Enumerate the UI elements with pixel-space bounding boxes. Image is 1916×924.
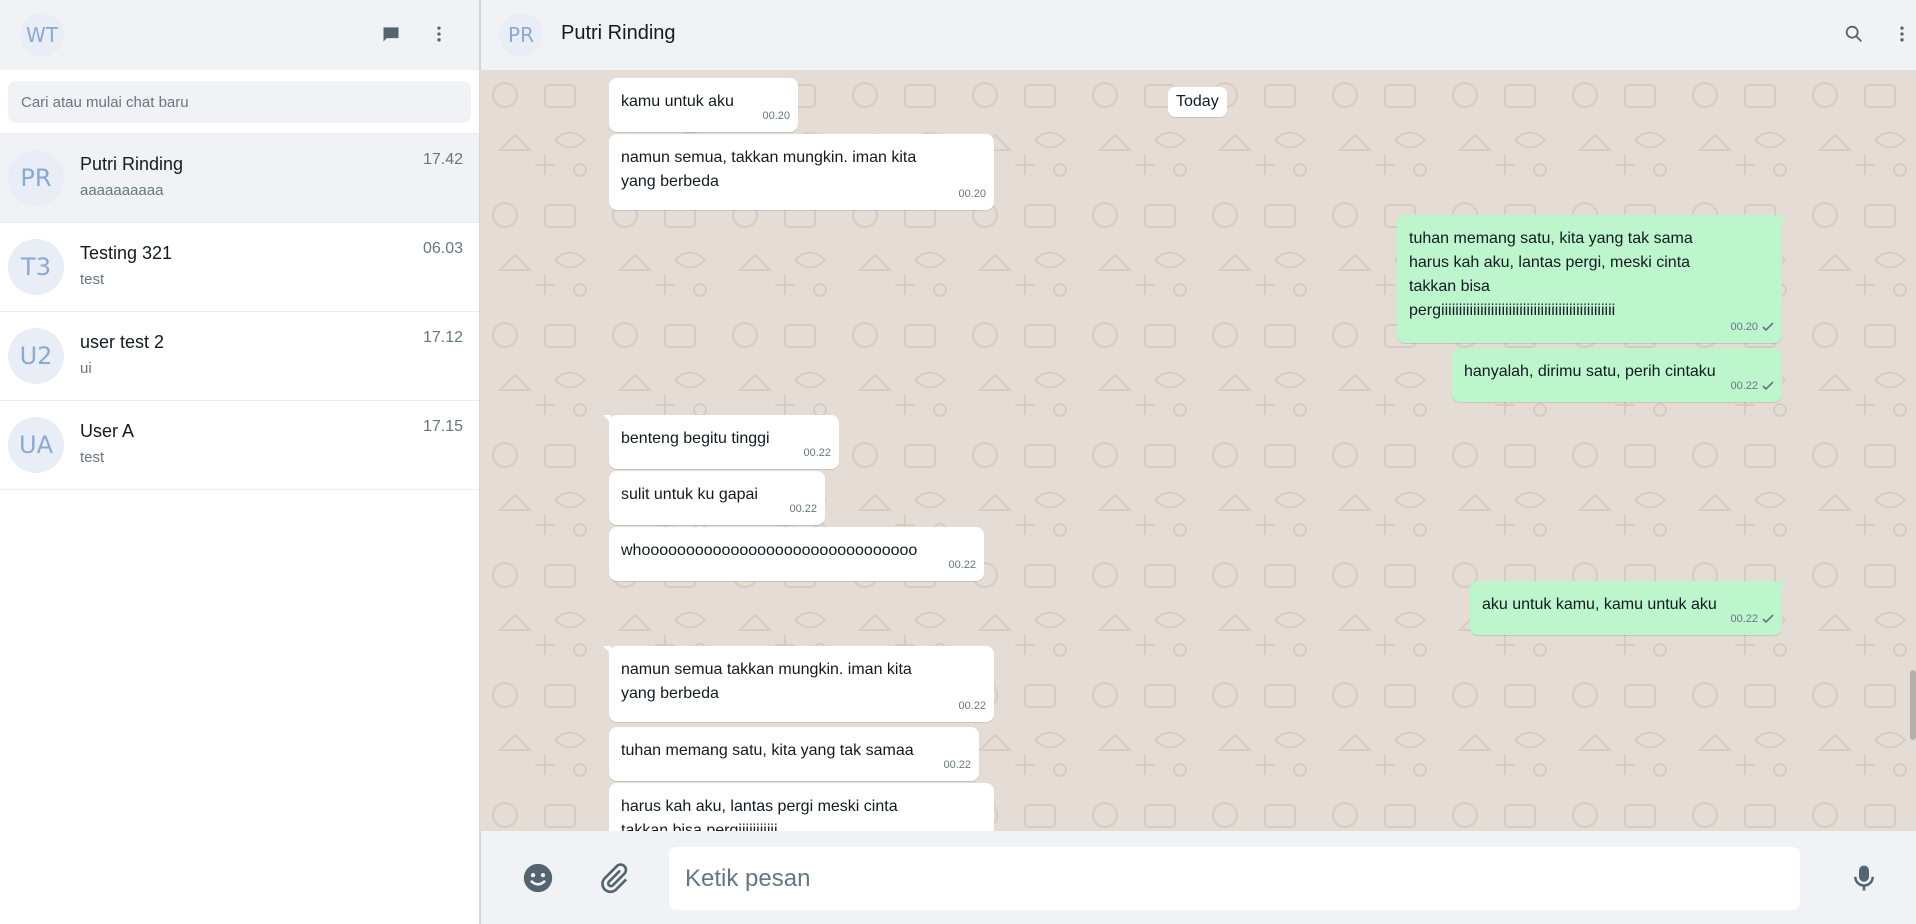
message-time: 00.20 — [958, 188, 986, 200]
message-text: benteng begitu tinggi — [621, 430, 770, 447]
message-time: 00.22 — [943, 759, 971, 771]
chat-list: PR Putri Rinding aaaaaaaaaa 17.42 T3 Testing … — [0, 134, 479, 490]
message-text: tuhan memang satu, kita yang tak samaa — [621, 742, 914, 759]
contact-name[interactable]: Putri Rinding — [561, 22, 676, 45]
message-meta: 00.22 — [1730, 607, 1774, 631]
chat-avatar: UA — [8, 417, 64, 473]
message-text: namun semua, takkan mungkin. iman kita y… — [621, 149, 917, 190]
incoming-message[interactable]: namun semua, takkan mungkin. iman kita y… — [609, 134, 994, 210]
message-time: 00.22 — [948, 559, 976, 571]
message-time: 00.22 — [958, 700, 986, 712]
message-meta: 00.22 — [943, 753, 971, 777]
composer — [480, 831, 1916, 924]
check-icon — [1762, 614, 1774, 624]
incoming-message[interactable]: tuhan memang satu, kita yang tak samaa 00… — [609, 727, 979, 781]
sidebar: WT PR Putri Rinding aaaaaaaaaa 17.42 T3 Testi… — [0, 0, 480, 924]
incoming-message[interactable]: kamu untuk aku 00.20 — [609, 78, 798, 132]
more-vertical-icon — [1900, 26, 1904, 42]
message-meta: 00.22 — [1730, 374, 1774, 398]
message-text: hanyalah, dirimu satu, perih cintaku — [1464, 363, 1716, 380]
sidebar-header: WT — [0, 0, 479, 70]
sidebar-menu-button[interactable] — [422, 17, 456, 51]
chat-time: 17.15 — [422, 418, 463, 435]
contact-avatar[interactable]: PR — [499, 13, 543, 57]
conversation-header: PR Putri Rinding — [480, 0, 1916, 70]
message-text: harus kah aku, lantas pergi meski cinta … — [621, 798, 898, 831]
emoji-icon — [523, 863, 553, 893]
chat-avatar: T3 — [8, 239, 64, 295]
message-text: sulit untuk ku gapai — [621, 486, 758, 503]
message-text: kamu untuk aku — [621, 93, 734, 110]
message-meta: 00.20 — [762, 104, 790, 128]
chat-name: user test 2 — [80, 332, 165, 352]
scrollbar-thumb[interactable] — [1910, 670, 1916, 740]
message-time: 00.22 — [1730, 380, 1758, 392]
conversation-panel: PR Putri Rinding Today kamu untuk aku 00… — [480, 0, 1916, 924]
outgoing-message[interactable]: hanyalah, dirimu satu, perih cintaku 00.2… — [1452, 348, 1782, 402]
message-time: 00.20 — [1730, 321, 1758, 333]
paperclip-icon — [601, 863, 628, 894]
message-text: whooooooooooooooooooooooooooooooo — [621, 542, 918, 559]
search-icon — [1845, 25, 1862, 42]
chat-name: User A — [80, 421, 135, 441]
chat-avatar: U2 — [8, 328, 64, 384]
conversation-menu-button[interactable] — [1885, 17, 1916, 51]
outgoing-message[interactable]: tuhan memang satu, kita yang tak sama ha… — [1397, 215, 1788, 343]
chat-icon — [383, 27, 399, 42]
chat-list-item[interactable]: T3 Testing 321 test 06.03 — [0, 223, 479, 312]
outgoing-message[interactable]: aku untuk kamu, kamu untuk aku 00.22 — [1470, 581, 1788, 635]
message-meta: 00.22 — [803, 441, 831, 465]
search-input[interactable] — [8, 81, 471, 123]
emoji-button[interactable] — [517, 857, 559, 899]
message-time: 00.20 — [762, 110, 790, 122]
chat-last-message: ui — [80, 360, 92, 377]
user-avatar[interactable]: WT — [20, 13, 64, 57]
check-icon — [1762, 322, 1774, 332]
incoming-message[interactable]: whooooooooooooooooooooooooooooooo 00.22 — [609, 527, 984, 581]
chat-time: 17.42 — [422, 151, 463, 168]
message-input[interactable] — [669, 847, 1800, 910]
message-meta: 00.20 — [958, 182, 986, 206]
message-time: 00.22 — [789, 503, 817, 515]
chat-list-item[interactable]: PR Putri Rinding aaaaaaaaaa 17.42 — [0, 134, 479, 223]
message-meta: 00.22 — [958, 694, 986, 718]
message-area[interactable]: Today kamu untuk aku 00.20 namun semua, ta… — [480, 70, 1916, 831]
check-icon — [1762, 381, 1774, 391]
microphone-icon — [1854, 865, 1874, 891]
search-messages-button[interactable] — [1837, 17, 1871, 51]
search-container — [0, 70, 479, 134]
message-meta: 00.20 — [1730, 315, 1774, 339]
chat-name: Putri Rinding — [80, 154, 184, 174]
chat-name: Testing 321 — [80, 243, 173, 263]
voice-message-button[interactable] — [1843, 857, 1885, 899]
chat-list-item[interactable]: U2 user test 2 ui 17.12 — [0, 312, 479, 401]
chat-time: 17.12 — [422, 329, 463, 346]
incoming-message[interactable]: sulit untuk ku gapai 00.22 — [609, 471, 825, 525]
date-separator: Today — [1168, 87, 1227, 117]
incoming-message[interactable]: harus kah aku, lantas pergi meski cinta … — [609, 783, 994, 831]
chat-last-message: test — [80, 449, 105, 466]
message-meta: 00.22 — [789, 497, 817, 521]
message-text: tuhan memang satu, kita yang tak sama ha… — [1409, 230, 1693, 319]
message-text: namun semua takkan mungkin. iman kita ya… — [621, 661, 912, 702]
chat-last-message: aaaaaaaaaa — [80, 182, 164, 199]
chat-avatar: PR — [8, 150, 64, 206]
attach-button[interactable] — [593, 857, 635, 899]
chat-list-item[interactable]: UA User A test 17.15 — [0, 401, 479, 490]
more-vertical-icon — [437, 26, 441, 42]
chat-last-message: test — [80, 271, 105, 288]
chat-time: 06.03 — [422, 240, 463, 257]
new-chat-button[interactable] — [374, 17, 408, 51]
message-time: 00.22 — [803, 447, 831, 459]
message-meta: 00.22 — [948, 553, 976, 577]
message-text: aku untuk kamu, kamu untuk aku — [1482, 596, 1717, 613]
incoming-message[interactable]: benteng begitu tinggi 00.22 — [603, 415, 839, 469]
message-time: 00.22 — [1730, 613, 1758, 625]
incoming-message[interactable]: namun semua takkan mungkin. iman kita ya… — [603, 646, 994, 722]
